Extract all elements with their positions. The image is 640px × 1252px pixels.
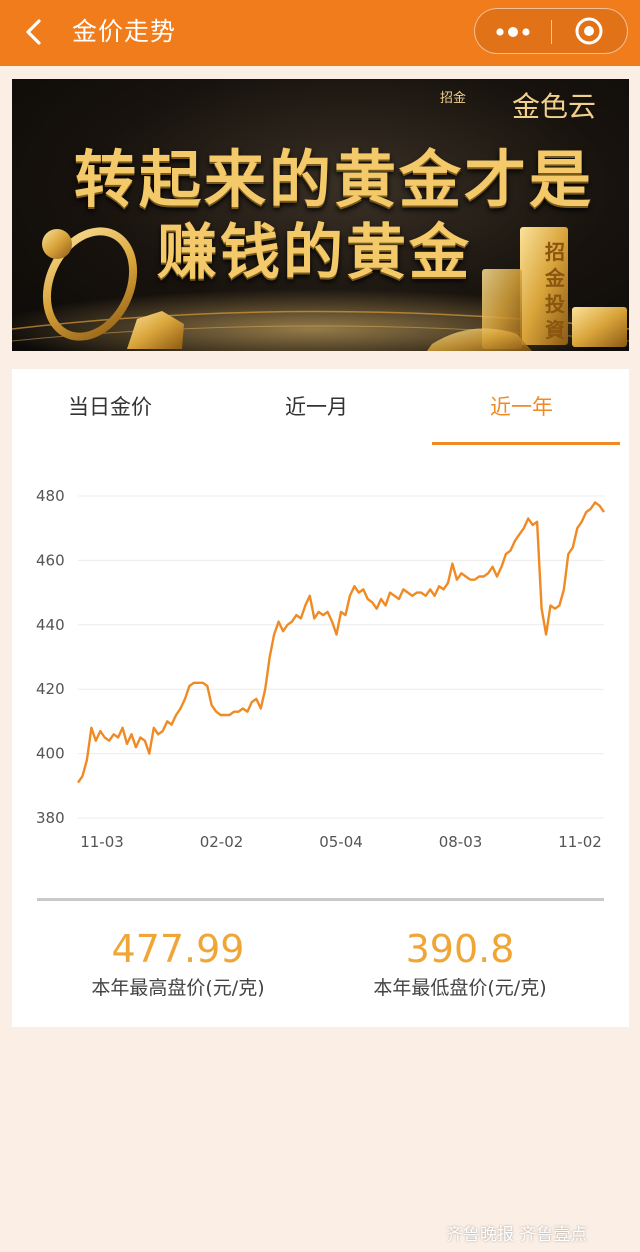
x-tick-label: 11-02 xyxy=(558,833,602,851)
year-low-label: 本年最低盘价(元/克) xyxy=(373,977,547,999)
y-tick-label: 400 xyxy=(36,745,65,763)
tab-last-year[interactable]: 近一年 xyxy=(490,392,553,422)
y-tick-label: 460 xyxy=(36,551,65,569)
y-tick-label: 380 xyxy=(36,809,65,827)
tab-daily-price[interactable]: 当日金价 xyxy=(68,392,152,422)
year-low-value: 390.8 xyxy=(405,927,515,971)
y-tick-label: 420 xyxy=(36,680,65,698)
source-watermark: 齐鲁晚报 齐鲁壹点 xyxy=(446,1225,588,1245)
banner-headline-2: 赚钱的黄金 xyxy=(157,218,472,288)
nav-bar: 金价走势 xyxy=(0,0,640,66)
x-tick-label: 08-03 xyxy=(439,833,483,851)
brand-logo-text: 金色云 xyxy=(512,90,597,123)
tab-last-month[interactable]: 近一月 xyxy=(285,392,348,422)
year-high-value: 477.99 xyxy=(111,927,245,971)
x-tick-label: 05-04 xyxy=(319,833,363,851)
more-dots-icon[interactable] xyxy=(475,9,551,53)
page-title: 金价走势 xyxy=(72,17,177,46)
promo-banner[interactable]: 招金 金色云 转起来的黄金才是 赚钱的黄金 招金投資 xyxy=(12,79,629,351)
price-series-line xyxy=(77,501,605,784)
mini-program-capsule xyxy=(474,8,628,54)
y-tick-label: 440 xyxy=(36,616,65,634)
y-tick-label: 480 xyxy=(36,487,65,505)
target-close-icon[interactable] xyxy=(552,9,628,53)
gold-bar-engraving: 招金投資 xyxy=(545,240,565,342)
active-tab-indicator xyxy=(432,442,620,445)
chevron-left-icon[interactable] xyxy=(22,17,46,47)
year-high-label: 本年最高盘价(元/克) xyxy=(91,977,265,999)
x-tick-label: 02-02 xyxy=(200,833,244,851)
stats-divider xyxy=(37,898,604,901)
brand-badge: 招金 xyxy=(440,91,467,106)
x-tick-label: 11-03 xyxy=(80,833,124,851)
gold-price-line-chart: 380 400 420 440 460 480 11-03 02-02 05-04 08-03 11… xyxy=(36,487,605,851)
